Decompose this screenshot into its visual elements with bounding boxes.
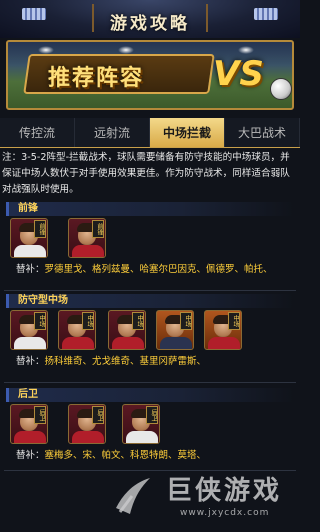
substitutes-label: 替补： [16,450,45,461]
player-card[interactable]: 中场 [108,310,146,350]
player-cards: 中场 中场 中场 中场 中场 [6,310,294,350]
player-card[interactable]: 后卫 [68,404,106,444]
player-cards: 后卫 后卫 后卫 [6,404,294,444]
player-card[interactable]: 前锋 [10,218,48,258]
player-card[interactable]: 中场 [58,310,96,350]
player-card[interactable]: 中场 [156,310,194,350]
tab-possession[interactable]: 传控流 [0,118,75,147]
site-watermark: 巨侠游戏 www.jxycdx.com [110,470,300,530]
tab-midfield-intercept[interactable]: 中场拦截 [150,118,225,147]
divider [4,290,296,291]
player-shirt [160,337,192,349]
position-badge: 后卫 [92,406,104,424]
tab-long-shot[interactable]: 远射流 [75,118,150,147]
position-badge: 前锋 [92,220,104,238]
light-flare-icon [38,46,54,54]
player-card[interactable]: 中场 [204,310,242,350]
banner-title: 推荐阵容 [48,66,145,91]
player-shirt [126,431,158,443]
position-badge: 中场 [34,312,46,330]
player-card[interactable]: 前锋 [68,218,106,258]
top-header: 游戏攻略 [0,0,300,38]
section-title: 前锋 [18,203,38,214]
football-icon [270,78,292,100]
player-shirt [72,431,104,443]
watermark-logo-icon [116,478,150,514]
position-badge: 中场 [180,312,192,330]
section-title: 防守型中场 [18,295,68,306]
position-badge: 前锋 [34,220,46,238]
light-flare-icon [118,46,134,54]
position-badge: 中场 [82,312,94,330]
page-title: 游戏攻略 [110,14,190,34]
player-shirt [14,337,46,349]
position-badge: 中场 [228,312,240,330]
player-shirt [208,337,240,349]
watermark-text: 巨侠游戏 [166,476,283,506]
player-card[interactable]: 后卫 [10,404,48,444]
player-card[interactable]: 后卫 [122,404,160,444]
player-shirt [72,245,104,257]
substitutes-names: 扬科维奇、尤戈维奇、基里冈萨雷斯、 [44,356,207,367]
tactic-description: 注：3-5-2阵型-拦截战术，球队需要储备有防守技能的中场球员，并保证中场人数伏… [2,152,290,195]
player-shirt [62,337,94,349]
player-shirt [14,245,46,257]
player-shirt [112,337,144,349]
recommended-lineup-banner: 推荐阵容 VS [6,40,294,110]
substitutes-label: 替补： [16,264,45,275]
substitutes-line: 替补：罗德里戈、格列兹曼、哈塞尔巴因克、佩德罗、帕托、 [16,264,273,276]
section-header [6,388,294,402]
light-flare-icon [238,46,254,54]
player-cards: 前锋 前锋 [6,218,294,258]
player-card[interactable]: 中场 [10,310,48,350]
substitutes-names: 塞梅多、宋、帕文、科恩特朗、莫塔、 [44,450,207,461]
substitutes-label: 替补： [16,356,45,367]
substitutes-line: 替补：塞梅多、宋、帕文、科恩特朗、莫塔、 [16,450,206,462]
section-title: 后卫 [18,389,38,400]
tab-park-the-bus[interactable]: 大巴战术 [225,118,300,147]
player-shirt [14,431,46,443]
substitutes-line: 替补：扬科维奇、尤戈维奇、基里冈萨雷斯、 [16,356,206,368]
vs-label: VS [213,54,264,94]
substitutes-names: 罗德里戈、格列兹曼、哈塞尔巴因克、佩德罗、帕托、 [44,264,273,275]
position-badge: 中场 [132,312,144,330]
tactic-tabs: 传控流 远射流 中场拦截 大巴战术 [0,118,300,148]
watermark-url: www.jxycdx.com [180,508,270,518]
position-badge: 后卫 [34,406,46,424]
divider [4,382,296,383]
position-badge: 后卫 [146,406,158,424]
section-header [6,202,294,216]
